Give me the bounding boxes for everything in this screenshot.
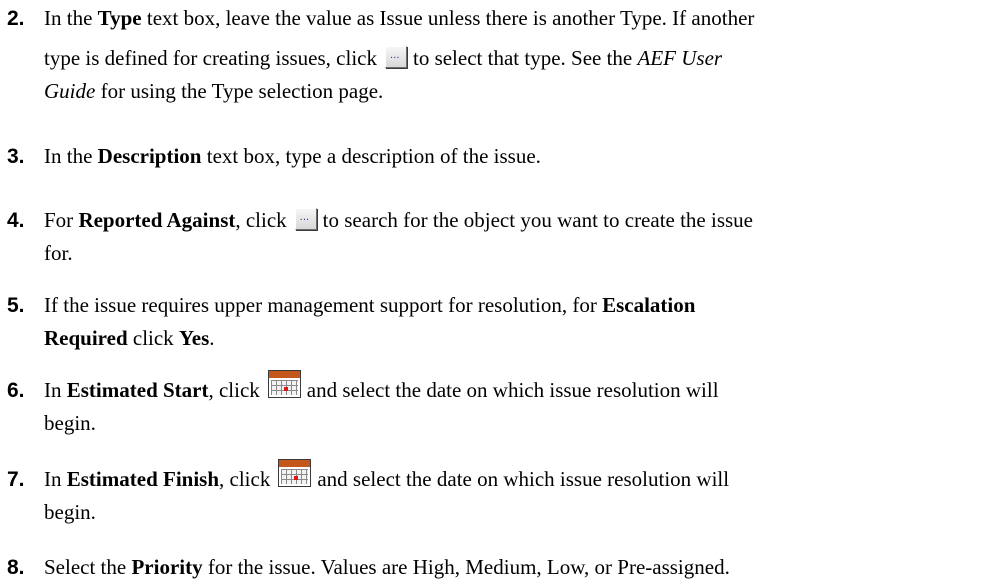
- step-line: Select the Priority for the issue. Value…: [44, 555, 730, 579]
- step-text: For Reported Against, click... to search …: [44, 204, 964, 270]
- step-number: 4.: [7, 209, 25, 232]
- ui-term-description: Description: [97, 144, 202, 168]
- step-line: In Estimated Finish, click and select the…: [44, 459, 964, 496]
- step-text: Select the Priority for the issue. Value…: [44, 551, 964, 584]
- step-number: 2.: [7, 7, 25, 30]
- ui-term-estimated-finish: Estimated Finish: [66, 467, 220, 491]
- ui-term-estimated-start: Estimated Start: [66, 378, 209, 402]
- ui-term-required: Required: [44, 326, 128, 350]
- step-number: 6.: [7, 379, 25, 402]
- guide-reference: AEF User: [637, 46, 723, 70]
- ui-term-escalation: Escalation: [602, 293, 696, 317]
- step-line: In Estimated Start, click and select the …: [44, 370, 964, 407]
- step-text: In Estimated Finish, click and select the…: [44, 459, 964, 529]
- guide-reference: Guide: [44, 79, 96, 103]
- step-text: If the issue requires upper management s…: [44, 289, 964, 355]
- ui-term-yes: Yes: [178, 326, 210, 350]
- step-text: In the Description text box, type a desc…: [44, 140, 964, 173]
- step-number: 8.: [7, 556, 25, 579]
- calendar-icon: [278, 459, 312, 488]
- step-text: In Estimated Start, click and select the …: [44, 370, 964, 440]
- step-line: In the Description text box, type a desc…: [44, 144, 541, 168]
- step-line: type is defined for creating issues, cli…: [44, 46, 723, 70]
- step-number: 7.: [7, 468, 25, 491]
- step-line: For Reported Against, click... to search …: [44, 208, 754, 232]
- step-line: If the issue requires upper management s…: [44, 293, 696, 317]
- calendar-icon: [267, 370, 301, 399]
- browse-icon: ...: [384, 46, 407, 69]
- ui-term-priority: Priority: [131, 555, 203, 579]
- step-line: In the Type text box, leave the value as…: [44, 6, 755, 30]
- step-number: 3.: [7, 145, 25, 168]
- step-line: begin.: [44, 411, 96, 435]
- step-text: In the Type text box, leave the value as…: [44, 2, 964, 108]
- step-line: Guide for using the Type selection page.: [44, 79, 384, 103]
- ui-term-reported-against: Reported Against: [78, 208, 236, 232]
- step-line: begin.: [44, 500, 96, 524]
- step-number: 5.: [7, 294, 25, 317]
- step-line: for.: [44, 241, 73, 265]
- step-line: Required click Yes.: [44, 326, 215, 350]
- ui-term-type: Type: [97, 6, 142, 30]
- browse-icon: ...: [294, 208, 317, 231]
